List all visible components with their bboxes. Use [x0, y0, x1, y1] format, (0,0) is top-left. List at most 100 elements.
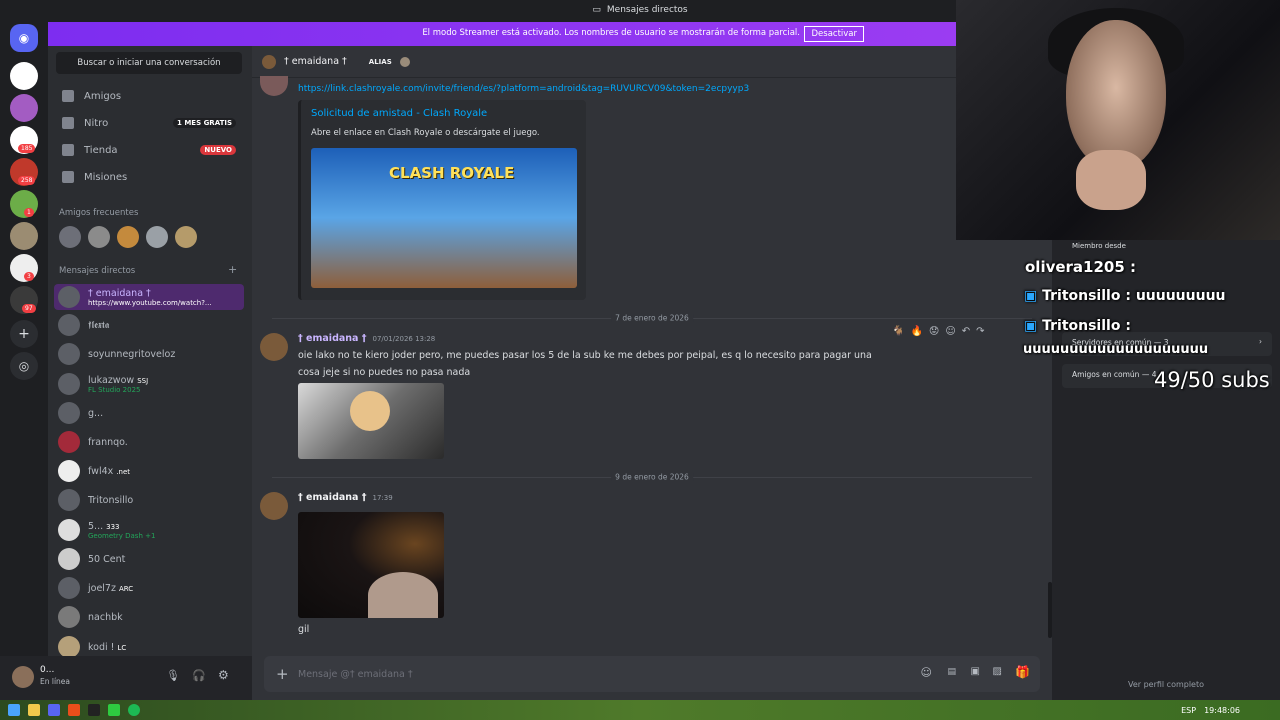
webcam-face: [1066, 20, 1166, 170]
avatar: [58, 519, 80, 541]
dm-item[interactable]: † emaidana † https://www.youtube.com/watc…: [54, 284, 244, 310]
avatar[interactable]: [88, 226, 110, 248]
avatar: [260, 76, 288, 96]
clock[interactable]: 19:48:06: [1204, 706, 1240, 715]
language-indicator[interactable]: ESP: [1181, 706, 1196, 715]
new-badge: NUEVO: [200, 145, 236, 155]
image-icon[interactable]: ▨: [993, 666, 1002, 677]
avatar[interactable]: [175, 226, 197, 248]
sticker-icon[interactable]: ▣: [971, 666, 980, 677]
avatar: [58, 636, 80, 658]
dm-activity: https://www.youtube.com/watch?...: [88, 298, 212, 307]
dm-item[interactable]: frannqo.: [54, 429, 244, 455]
dm-name: lukazwow: [88, 374, 135, 386]
obs-icon[interactable]: [88, 704, 100, 716]
server-icon[interactable]: [10, 62, 38, 90]
avatar: [399, 56, 410, 67]
avatar[interactable]: [146, 226, 168, 248]
message-author[interactable]: † emaidana † 07/01/2026 13:28: [298, 333, 435, 344]
message: † emaidana † 07/01/2026 13:28 oie lako no…: [260, 333, 1040, 463]
dm-item[interactable]: g...: [54, 400, 244, 426]
dm-tag: .net: [116, 467, 131, 476]
mention-badge: 3: [24, 272, 34, 281]
profile-panel: Miembro desde Servidores en común — 3 › A…: [1052, 240, 1280, 700]
deactivate-button[interactable]: Desactivar: [804, 26, 864, 42]
message-timestamp: 17:39: [372, 494, 393, 502]
discord-home-icon[interactable]: ◉: [10, 24, 38, 52]
server-icon[interactable]: [10, 222, 38, 250]
avatar[interactable]: [59, 226, 81, 248]
dm-tag: ARC: [119, 584, 134, 593]
dm-item[interactable]: nachbk: [54, 604, 244, 630]
gear-icon[interactable]: ⚙: [218, 668, 229, 682]
message-composer[interactable]: + Mensaje @† emaidana † ☺ ▤ ▣ ▨ 🎁: [264, 656, 1040, 692]
dm-name: frannqo.: [88, 436, 128, 448]
user-name: 0...: [40, 665, 55, 675]
dm-item[interactable]: soyunnegritoveloz: [54, 341, 244, 367]
avatar: [58, 373, 80, 395]
stream-chat-text: uuuuuuuuuuuuuuuuuuuu: [1023, 342, 1209, 357]
dm-tag: 333: [106, 522, 120, 531]
dm-item[interactable]: 𝖋𝖑𝖊𝖝𝖙𝖆: [54, 312, 244, 338]
message-image[interactable]: [298, 383, 444, 459]
embed-description: Abre el enlace en Clash Royale o descárg…: [311, 128, 540, 138]
invite-link[interactable]: https://link.clashroyale.com/invite/frie…: [298, 84, 749, 94]
dm-name: fwl4x: [88, 465, 114, 477]
avatar[interactable]: [117, 226, 139, 248]
new-dm-icon[interactable]: +: [228, 263, 237, 276]
dm-item[interactable]: 50 Cent: [54, 546, 244, 572]
dm-name: 5...: [88, 520, 104, 532]
add-server-icon[interactable]: +: [10, 320, 38, 348]
mention-badge: 97: [22, 304, 36, 313]
avatar[interactable]: [260, 492, 288, 520]
nav-label: Misiones: [84, 171, 128, 183]
nitro-badge: 1 MES GRATIS: [173, 118, 236, 128]
nav-friends[interactable]: Amigos: [58, 84, 244, 108]
quests-icon: [62, 171, 74, 183]
search-conversation-button[interactable]: Buscar o iniciar una conversación: [56, 52, 242, 74]
avatar[interactable]: [260, 333, 288, 361]
explorer-icon[interactable]: [28, 704, 40, 716]
inbox-icon: ▭: [592, 5, 601, 15]
brave-icon[interactable]: [68, 704, 80, 716]
discord-icon[interactable]: [48, 704, 60, 716]
windows-start-icon[interactable]: [8, 704, 20, 716]
member-since-label: Miembro desde: [1072, 242, 1126, 250]
dm-name: kodi !: [88, 641, 115, 653]
dm-item[interactable]: 5... 333 Geometry Dash +1: [54, 517, 244, 543]
explore-icon[interactable]: ◎: [10, 352, 38, 380]
microphone-icon[interactable]: 🎙: [166, 669, 180, 682]
emoji-icon[interactable]: ☺: [921, 666, 932, 679]
view-full-profile-link[interactable]: Ver perfil completo: [1052, 680, 1280, 689]
embed-image-title: CLASH ROYALE: [389, 164, 515, 182]
message-author[interactable]: † emaidana † 17:39: [298, 492, 393, 503]
stream-user-icon: ▣: [1024, 318, 1038, 334]
spotify-icon[interactable]: [128, 704, 140, 716]
message-image[interactable]: [298, 512, 444, 618]
headphones-icon[interactable]: 🎧: [192, 669, 206, 682]
dm-item[interactable]: fwl4x .net: [54, 458, 244, 484]
app-icon[interactable]: [108, 704, 120, 716]
gift-icon[interactable]: 🎁: [1015, 665, 1030, 679]
person-figure: [368, 572, 438, 618]
embed-image[interactable]: CLASH ROYALE: [311, 148, 577, 288]
message-timestamp: 07/01/2026 13:28: [372, 335, 436, 343]
dm-name: 𝖋𝖑𝖊𝖝𝖙𝖆: [88, 319, 110, 331]
nav-nitro[interactable]: Nitro 1 MES GRATIS: [58, 111, 244, 135]
dm-item[interactable]: joel7z ARC: [54, 575, 244, 601]
chat-header-name[interactable]: † emaidana †: [284, 56, 347, 67]
avatar[interactable]: [12, 666, 34, 688]
dm-item[interactable]: Tritonsillo: [54, 487, 244, 513]
avatar: [58, 286, 80, 308]
nav-quests[interactable]: Misiones: [58, 165, 244, 189]
dm-item[interactable]: lukazwow SSJ FL Studio 2025: [54, 371, 244, 397]
embed-title[interactable]: Solicitud de amistad - Clash Royale: [311, 108, 487, 119]
add-attachment-icon[interactable]: +: [276, 665, 289, 683]
streamer-webcam: [956, 0, 1280, 240]
direct-messages-title: Mensajes directos: [59, 266, 136, 276]
nav-shop[interactable]: Tienda NUEVO: [58, 138, 244, 162]
server-icon[interactable]: [10, 94, 38, 122]
gif-icon[interactable]: ▤: [947, 667, 956, 677]
banner-text: El modo Streamer está activado. Los nomb…: [422, 28, 800, 38]
dm-name: g...: [88, 407, 104, 419]
